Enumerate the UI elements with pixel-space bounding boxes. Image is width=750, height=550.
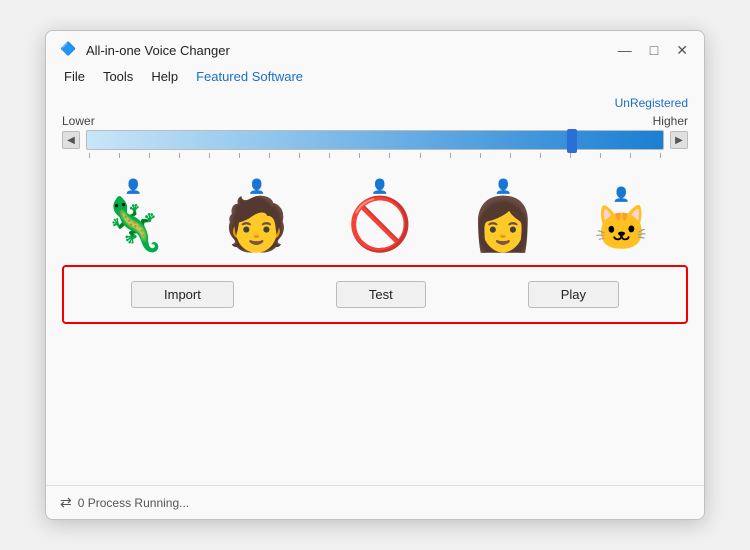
title-bar: 🔷 All-in-one Voice Changer — □ ✕ [46,31,704,65]
pin-dragon: 👤 [125,178,142,195]
tick [359,153,360,158]
tick [179,153,180,158]
tick [660,153,661,158]
avatar-none[interactable]: 👤 🚫 [348,178,413,251]
tick [269,153,270,158]
menu-bar: File Tools Help Featured Software [46,65,704,90]
pitch-slider-track[interactable] [86,130,664,150]
unregistered-bar: UnRegistered [62,96,688,110]
window-title: All-in-one Voice Changer [86,43,230,58]
slider-right-arrow[interactable]: ▶ [670,131,688,149]
tick [119,153,120,158]
main-window: 🔷 All-in-one Voice Changer — □ ✕ File To… [45,30,705,520]
tick [239,153,240,158]
avatar-woman[interactable]: 👤 👩 [471,178,536,251]
tick [630,153,631,158]
status-text: 0 Process Running... [78,496,189,510]
avatar-woman-emoji: 👩 [471,199,536,251]
slider-row: ◀ [62,130,688,150]
tick [480,153,481,158]
maximize-button[interactable]: □ [648,43,660,57]
tick [600,153,601,158]
lower-label: Lower [62,114,95,128]
status-bar: ⇄ 0 Process Running... [46,485,704,519]
pin-none: 👤 [371,178,388,195]
menu-featured-software[interactable]: Featured Software [188,67,311,86]
avatar-cat[interactable]: 👤 🐱 [594,186,649,251]
status-icon: ⇄ [60,494,72,511]
action-buttons-box: Import Test Play [62,265,688,324]
avatar-dragon[interactable]: 👤 🦎 [101,178,166,251]
pitch-slider-thumb[interactable] [567,129,577,153]
pin-woman: 👤 [494,178,511,195]
test-button[interactable]: Test [336,281,426,308]
avatar-dragon-emoji: 🦎 [101,199,166,251]
tick [450,153,451,158]
close-button[interactable]: ✕ [674,43,690,57]
unregistered-label[interactable]: UnRegistered [615,96,688,110]
higher-label: Higher [653,114,688,128]
tick [510,153,511,158]
menu-file[interactable]: File [56,67,93,86]
play-button[interactable]: Play [528,281,619,308]
slider-ticks [87,153,663,161]
pin-man: 👤 [248,178,265,195]
pitch-labels: Lower Higher [62,114,688,128]
tick [389,153,390,158]
minimize-button[interactable]: — [616,43,634,57]
avatar-man[interactable]: 👤 🧑 [224,178,289,251]
tick [149,153,150,158]
tick [89,153,90,158]
title-left: 🔷 All-in-one Voice Changer [60,41,230,59]
avatar-cat-emoji: 🐱 [594,207,649,251]
tick [329,153,330,158]
window-controls: — □ ✕ [616,43,690,57]
tick [209,153,210,158]
avatars-row: 👤 🦎 👤 🧑 👤 🚫 👤 👩 👤 🐱 [62,178,688,251]
tick [540,153,541,158]
avatar-man-emoji: 🧑 [224,199,289,251]
avatar-none-emoji: 🚫 [348,199,413,251]
tick [570,153,571,158]
tick [299,153,300,158]
slider-left-arrow[interactable]: ◀ [62,131,80,149]
app-icon: 🔷 [60,41,78,59]
tick [420,153,421,158]
menu-help[interactable]: Help [143,67,186,86]
import-button[interactable]: Import [131,281,234,308]
content-area: UnRegistered Lower Higher ◀ [46,90,704,485]
menu-tools[interactable]: Tools [95,67,141,86]
pin-cat: 👤 [613,186,630,203]
